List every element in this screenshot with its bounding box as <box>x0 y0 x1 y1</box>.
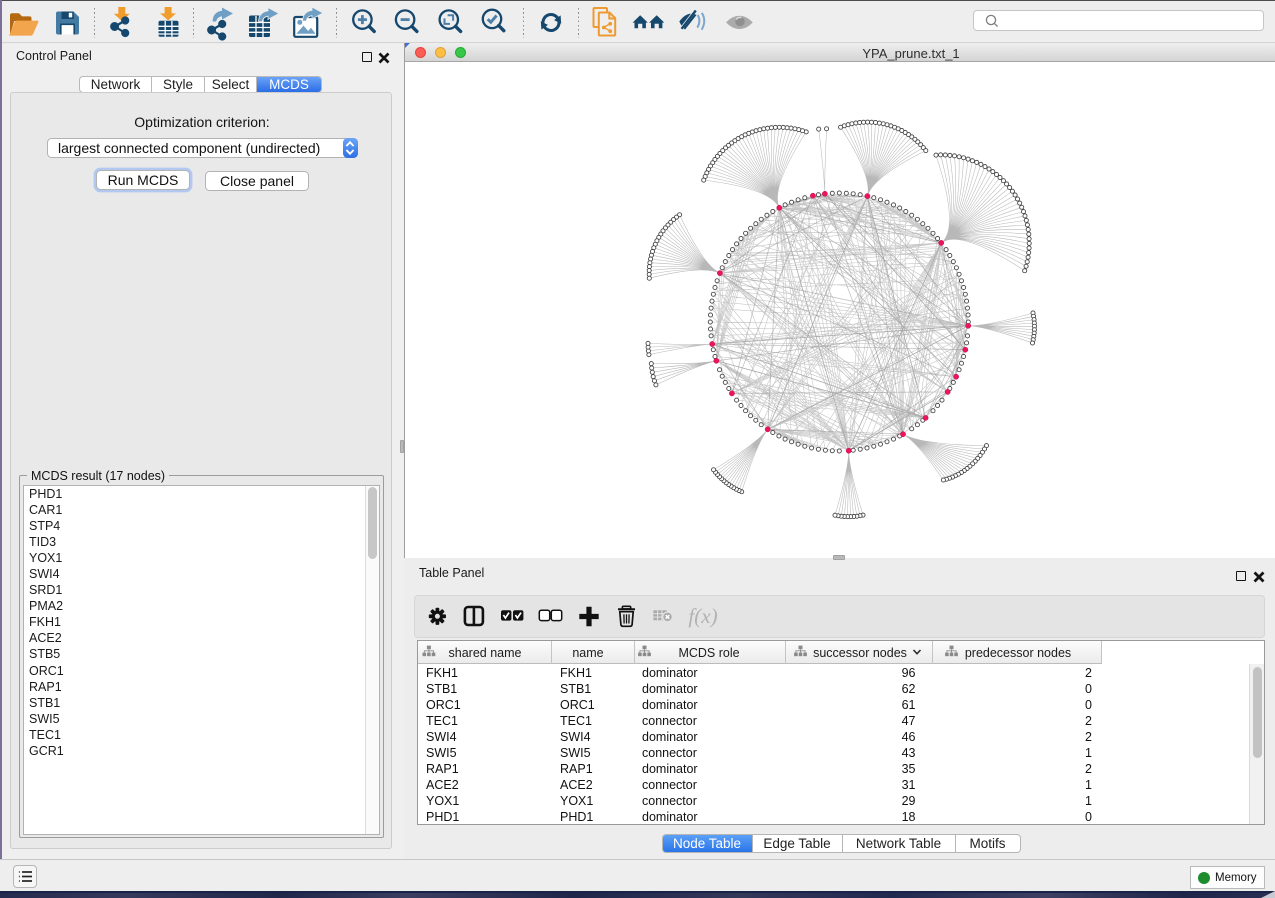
svg-text:f(x): f(x) <box>688 604 717 628</box>
